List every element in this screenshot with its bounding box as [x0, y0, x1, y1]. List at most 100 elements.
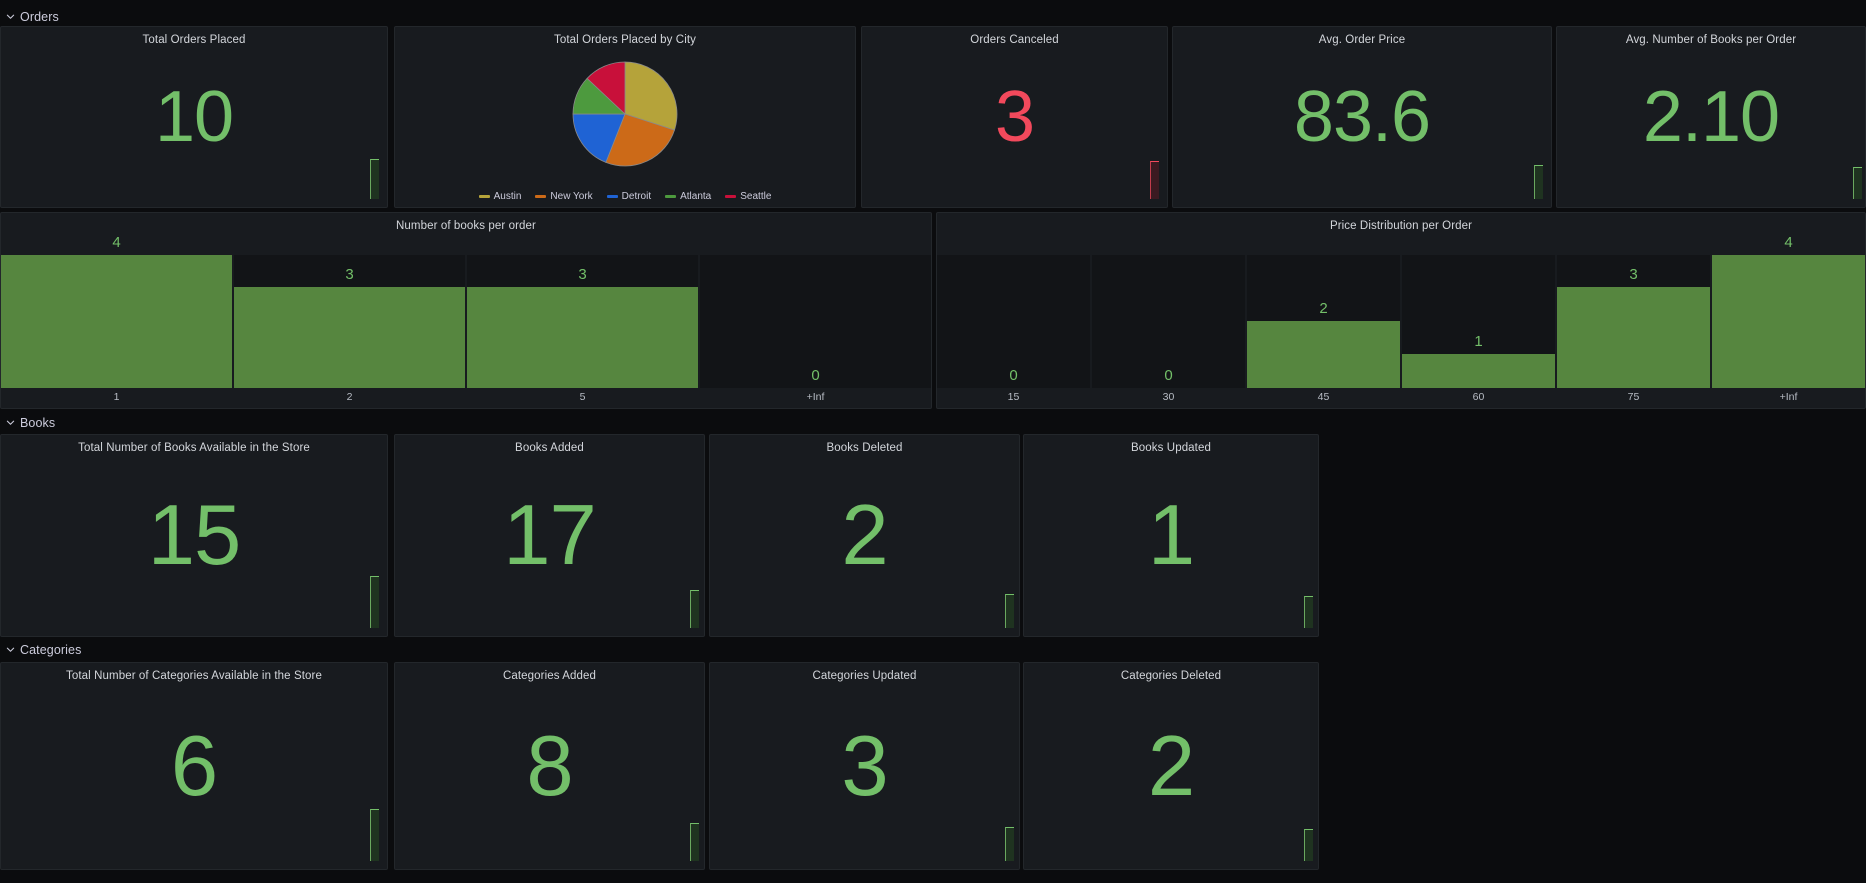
- legend-item-atlanta[interactable]: Atlanta: [665, 191, 711, 202]
- stat-value-books-added: 17: [503, 488, 597, 583]
- section-header-books[interactable]: Books: [0, 414, 55, 432]
- panel-books-deleted[interactable]: Books Deleted 2: [709, 434, 1020, 637]
- stat-body: 2: [1024, 663, 1318, 869]
- sparkline-bar: [1304, 596, 1313, 628]
- histogram-body: 4 3 3 0 1 2 5 +Inf: [1, 233, 931, 408]
- histogram-x-axis: 15 30 45 60 75 +Inf: [937, 388, 1865, 408]
- stat-body: 1: [1024, 435, 1318, 636]
- histogram-value-label: 4: [112, 234, 121, 251]
- histogram-columns: 0 0 2 1 3 4: [937, 233, 1865, 388]
- section-header-orders[interactable]: Orders: [0, 8, 59, 26]
- histogram-value-label: 2: [1319, 299, 1328, 317]
- histogram-bar[interactable]: [1557, 286, 1710, 388]
- section-header-categories[interactable]: Categories: [0, 641, 81, 659]
- panel-categories-updated[interactable]: Categories Updated 3: [709, 662, 1020, 870]
- stat-value-total-orders-placed: 10: [154, 77, 234, 157]
- stat-body: 2: [710, 435, 1019, 636]
- panel-total-orders-placed-by-city[interactable]: Total Orders Placed by City Austin New Yo…: [394, 26, 856, 208]
- panel-total-orders-placed[interactable]: Total Orders Placed 10: [0, 26, 388, 208]
- panel-avg-order-price[interactable]: Avg. Order Price 83.6: [1172, 26, 1552, 208]
- section-title-books: Books: [20, 416, 56, 430]
- legend-item-new-york[interactable]: New York: [535, 191, 593, 202]
- histogram-x-tick: 30: [1162, 391, 1175, 403]
- histogram-column[interactable]: 3: [1557, 233, 1710, 388]
- legend-label: New York: [550, 191, 593, 202]
- histogram-column[interactable]: 0: [937, 233, 1090, 388]
- sparkline-bar: [1005, 594, 1014, 628]
- histogram-bar[interactable]: [1247, 320, 1400, 388]
- histogram-x-axis: 1 2 5 +Inf: [1, 388, 931, 408]
- sparkline-bar: [1150, 161, 1159, 199]
- histogram-bar[interactable]: [1712, 254, 1865, 388]
- panel-total-number-of-categories[interactable]: Total Number of Categories Available in …: [0, 662, 388, 870]
- panel-orders-canceled[interactable]: Orders Canceled 3: [861, 26, 1168, 208]
- chevron-down-icon: [6, 645, 15, 654]
- stat-value-categories-added: 8: [526, 718, 573, 814]
- legend-label: Austin: [493, 191, 522, 202]
- panel-title: Total Orders Placed by City: [553, 34, 697, 46]
- legend-swatch-icon: [665, 195, 677, 198]
- histogram-value-label: 3: [1629, 265, 1638, 283]
- histogram-column[interactable]: 1: [1402, 233, 1555, 388]
- panel-total-number-of-books[interactable]: Total Number of Books Available in the S…: [0, 434, 388, 637]
- panel-categories-added[interactable]: Categories Added 8: [394, 662, 705, 870]
- histogram-value-label: 0: [811, 367, 820, 384]
- sparkline-bar: [1534, 165, 1543, 199]
- histogram-column[interactable]: 3: [234, 233, 465, 388]
- histogram-columns: 4 3 3 0: [1, 233, 931, 388]
- sparkline-bar: [1304, 829, 1313, 861]
- pie-chart[interactable]: [395, 49, 855, 179]
- legend-label: Detroit: [621, 191, 652, 202]
- panel-categories-deleted[interactable]: Categories Deleted 2: [1023, 662, 1319, 870]
- sparkline-bar: [690, 590, 699, 628]
- stat-body: 17: [395, 435, 704, 636]
- histogram-column[interactable]: 2: [1247, 233, 1400, 388]
- histogram-bar[interactable]: [467, 286, 698, 388]
- histogram-column[interactable]: 0: [700, 233, 931, 388]
- histogram-column[interactable]: 3: [467, 233, 698, 388]
- histogram-column[interactable]: 0: [1092, 233, 1245, 388]
- sparkline-bar: [370, 809, 379, 861]
- grafana-dashboard: Orders Total Orders Placed 10 Total Orde…: [0, 0, 1866, 883]
- sparkline-bar: [1853, 167, 1862, 199]
- sparkline-bar: [690, 823, 699, 861]
- histogram-bar[interactable]: [1, 254, 232, 388]
- stat-value-avg-books-per-order: 2.10: [1642, 77, 1780, 157]
- legend-swatch-icon: [606, 195, 618, 198]
- legend-swatch-icon: [478, 195, 490, 198]
- panel-books-updated[interactable]: Books Updated 1: [1023, 434, 1319, 637]
- histogram-x-tick: 60: [1472, 391, 1485, 403]
- stat-value-books-updated: 1: [1147, 488, 1195, 583]
- histogram-value-label: 0: [1164, 367, 1173, 384]
- histogram-column[interactable]: 4: [1712, 233, 1865, 388]
- stat-body: 2.10: [1557, 27, 1865, 207]
- panel-books-added[interactable]: Books Added 17: [394, 434, 705, 637]
- panel-number-of-books-per-order[interactable]: Number of books per order 4 3 3 0 1 2 5 +Inf: [0, 212, 932, 409]
- legend-item-detroit[interactable]: Detroit: [606, 191, 652, 202]
- histogram-body: 0 0 2 1 3 4 15 30 45 60 75 +Inf: [937, 233, 1865, 408]
- histogram-value-label: 0: [1009, 367, 1018, 384]
- histogram-bar[interactable]: [234, 286, 465, 388]
- sparkline-bar: [1005, 827, 1014, 861]
- panel-price-distribution-per-order[interactable]: Price Distribution per Order 0 0 2 1 3 4 15 30…: [936, 212, 1866, 409]
- panel-avg-number-of-books-per-order[interactable]: Avg. Number of Books per Order 2.10: [1556, 26, 1866, 208]
- stat-body: 15: [1, 435, 387, 636]
- legend-label: Seattle: [740, 191, 772, 202]
- chevron-down-icon: [6, 418, 15, 427]
- stat-value-categories-deleted: 2: [1147, 718, 1195, 814]
- histogram-bar[interactable]: [1402, 354, 1555, 388]
- panel-title: Number of books per order: [396, 220, 536, 232]
- legend-swatch-icon: [725, 195, 737, 198]
- sparkline-bar: [370, 159, 379, 199]
- histogram-x-tick: 15: [1007, 391, 1020, 403]
- histogram-x-tick: 2: [346, 391, 353, 403]
- pie-legend: Austin New York Detroit Atlanta Seattle: [395, 191, 855, 202]
- histogram-x-tick: 75: [1627, 391, 1640, 403]
- histogram-value-label: 1: [1474, 333, 1483, 351]
- legend-item-austin[interactable]: Austin: [478, 191, 522, 202]
- histogram-value-label: 3: [578, 265, 587, 283]
- histogram-column[interactable]: 4: [1, 233, 232, 388]
- legend-item-seattle[interactable]: Seattle: [725, 191, 771, 202]
- stat-value-categories-updated: 3: [841, 718, 888, 814]
- legend-swatch-icon: [535, 195, 547, 198]
